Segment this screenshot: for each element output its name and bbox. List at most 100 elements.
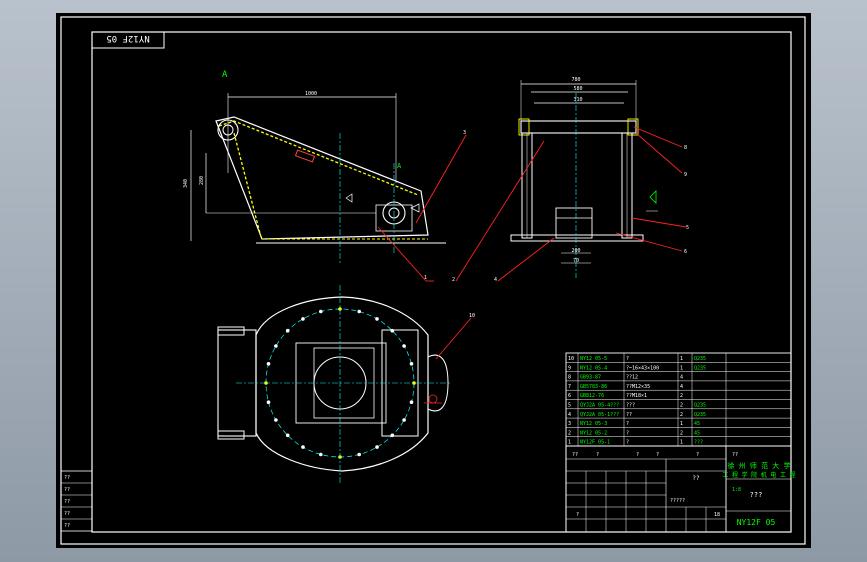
bolt-hole (319, 452, 323, 457)
bom-cell-name: ??M12×35 (626, 384, 650, 390)
bom-cell-name: ? (626, 421, 629, 427)
left-note-2: ?? (64, 487, 70, 493)
bom-cell-qty: 2 (680, 393, 683, 399)
bom-cell-qty: 2 (680, 412, 683, 418)
bolt-hole (274, 418, 278, 422)
tb-mark-3: ? (636, 452, 639, 458)
bom-cell-code: NY12 05-4 (580, 365, 607, 371)
bolt-hole (375, 317, 379, 321)
tb-mark-1: ?? (572, 452, 578, 458)
bolt-hole (357, 452, 362, 457)
bom-cell-qty: 1 (680, 440, 683, 446)
dim-310: 310 (573, 97, 582, 103)
bolt-hole (375, 445, 379, 449)
dim-200: 200 (571, 248, 580, 254)
dim-280: 280 (199, 176, 205, 185)
leader-2: 2 (452, 277, 455, 283)
side-view: 780 580 310 200 70 8 9 5 6 2 4 (452, 77, 689, 283)
bom-cell-no: 10 (568, 356, 574, 362)
left-note-3: ?? (64, 499, 70, 505)
bolt-hole (266, 362, 271, 366)
bolt-hole (409, 362, 414, 366)
drawing-canvas: NY12F 05 A 1000 340 280 A 1 3 780 580 31… (60, 16, 806, 545)
bom-cell-no: 6 (568, 393, 571, 399)
scale-mark: 1:8 (732, 487, 741, 493)
bom-cell-no: 1 (568, 440, 571, 446)
bom-cell-name: ? (626, 430, 629, 436)
bom-cell-qty: 4 (680, 384, 683, 390)
bom-cell-qty: 2 (680, 430, 683, 436)
tb-mark-7: ?? (732, 452, 738, 458)
bolt-hole (301, 445, 305, 449)
bom-cell-mat: Q235 (694, 412, 706, 418)
leader-10: 10 (469, 313, 475, 319)
bom-cell-qty: 1 (680, 365, 683, 371)
bom-cell-name: ??12 (626, 375, 638, 381)
leader-3: 3 (463, 130, 466, 136)
title-block: ?? 徐 州 师 范 大 学 工 程 学 院 机 电 工 程 ??? NY12F… (565, 445, 796, 533)
sheet-count: 18 (714, 512, 720, 518)
leader-9: 9 (684, 172, 687, 178)
bom-cell-code: NY12 05-5 (580, 356, 607, 362)
bom-cell-no: 4 (568, 412, 571, 418)
bom-cell-name: ? (626, 440, 629, 446)
left-note-1: ?? (64, 475, 70, 481)
center-mark: ?? (692, 475, 700, 482)
leader-1: 1 (424, 275, 427, 281)
bolt-hole (390, 433, 395, 438)
bom-cell-name: ? (626, 356, 629, 362)
front-view-label: A (222, 70, 228, 80)
bom-cell-mat: Q235 (694, 365, 706, 371)
bom-cell-code: NY12F 05-1 (580, 440, 610, 446)
dim-70: 70 (573, 258, 579, 264)
bom-cell-code: QYJ2A 05-4??? (580, 403, 619, 409)
bom-cell-no: 8 (568, 375, 571, 381)
bolt-hole (402, 344, 406, 348)
bom-cell-code: GB5783-86 (580, 384, 607, 390)
top-view: 10 (217, 285, 475, 483)
bom-cell-mat: Q235 (694, 403, 706, 409)
bolt-hole (301, 317, 305, 321)
bom-cell-qty: 1 (680, 356, 683, 362)
leader-5: 5 (686, 225, 689, 231)
bom-cell-code: NY12 05-2 (580, 430, 607, 436)
paper-border (60, 16, 806, 545)
bom-cell-no: 2 (568, 430, 571, 436)
cad-viewport[interactable]: NY12F 05 A 1000 340 280 A 1 3 780 580 31… (56, 13, 811, 548)
bom-cell-name: ?~16×43×100 (626, 365, 659, 371)
bom-cell-code: GB812-76 (580, 393, 604, 399)
bom-cell-code: NY12 05-3 (580, 421, 607, 427)
tb-mark-2: ? (596, 452, 599, 458)
bolt-hole (357, 309, 362, 314)
bom-cell-name: ??? (626, 403, 635, 409)
bom-cell-mat: 45 (694, 430, 700, 436)
bom-cell-qty: 4 (680, 375, 683, 381)
tb-mark-5: ? (696, 452, 699, 458)
bill-of-materials: 10 NY12 05-5? 1 Q235 9 NY12 05-4 ?~16×43×100 1 Q… (565, 352, 792, 447)
bolt-hole (390, 328, 395, 333)
bom-cell-code: GB93-87 (580, 375, 601, 381)
bom-cell-mat: Q235 (694, 356, 706, 362)
front-view: A 1000 340 280 A 1 3 (183, 70, 467, 282)
drawing-frame (91, 31, 792, 533)
dim-580: 580 (573, 86, 582, 92)
tb-mark-8: ? (576, 512, 579, 518)
dim-780: 780 (571, 77, 580, 83)
bolt-hole (266, 400, 271, 405)
drawing-number: NY12F 05 (737, 518, 776, 527)
company-line1: 徐 州 师 范 大 学 (727, 461, 790, 470)
bom-cell-no: 5 (568, 403, 571, 409)
bolt-hole (274, 344, 278, 348)
revision-table: ?? ?? ?? ?? ?? (60, 470, 93, 532)
left-note-4: ?? (64, 511, 70, 517)
section-label: A (397, 162, 402, 170)
leader-8: 8 (684, 145, 687, 151)
rotated-code: NY12F 05 (106, 33, 149, 43)
bom-cell-qty: 2 (680, 403, 683, 409)
dim-1000: 1000 (305, 91, 317, 97)
bom-cell-mat: 45 (694, 421, 700, 427)
bolt-hole (319, 309, 323, 314)
bolt-hole (402, 418, 406, 422)
bom-cell-no: 9 (568, 365, 571, 371)
leader-6: 6 (684, 249, 687, 255)
